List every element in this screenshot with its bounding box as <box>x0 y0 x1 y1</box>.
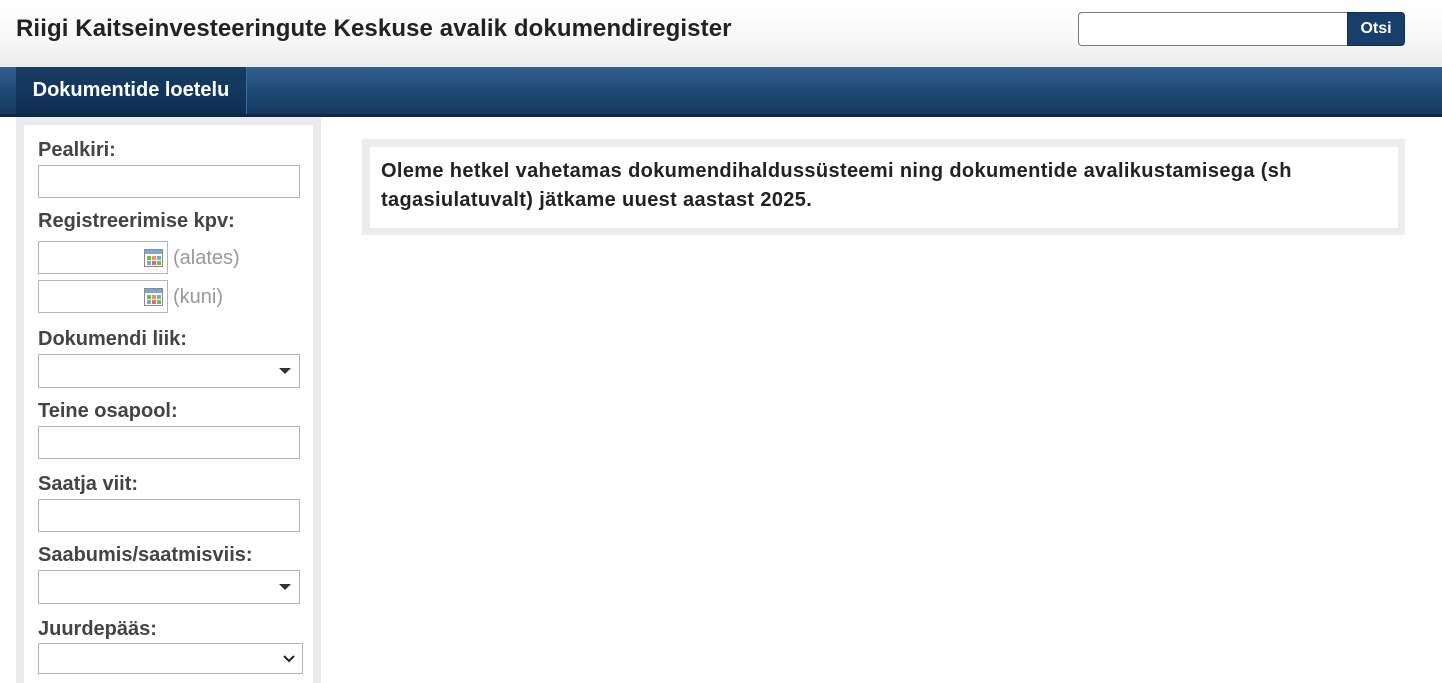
calendar-icon[interactable] <box>144 249 163 267</box>
title-label: Pealkiri: <box>38 139 116 161</box>
sender-ref-label: Saatja viit: <box>38 473 139 495</box>
calendar-icon[interactable] <box>144 288 163 306</box>
sender-ref-input[interactable] <box>38 499 300 532</box>
site-title: Riigi Kaitseinvesteeringute Keskuse aval… <box>16 15 732 42</box>
access-label: Juurdepääs: <box>38 618 157 640</box>
site-header: Riigi Kaitseinvesteeringute Keskuse aval… <box>0 0 1442 67</box>
date-from-input[interactable] <box>38 241 168 274</box>
dropdown-caret-icon <box>279 368 291 374</box>
doc-type-label: Dokumendi liik: <box>38 328 187 350</box>
search-input[interactable] <box>1078 12 1348 46</box>
access-select[interactable] <box>38 643 303 674</box>
notice-message: Oleme hetkel vahetamas dokumendihaldussü… <box>370 147 1398 228</box>
reg-date-label: Registreerimise kpv: <box>38 210 235 232</box>
main-nav: Dokumentide loetelu <box>0 67 1442 117</box>
chevron-down-icon <box>283 655 295 663</box>
doc-type-select[interactable] <box>38 354 300 388</box>
delivery-select[interactable] <box>38 570 300 604</box>
date-to-input[interactable] <box>38 280 168 313</box>
title-input[interactable] <box>38 165 300 198</box>
date-to-hint: (kuni) <box>173 286 224 308</box>
party-input[interactable] <box>38 426 300 459</box>
tab-document-list[interactable]: Dokumentide loetelu <box>16 67 247 114</box>
dropdown-caret-icon <box>279 584 291 590</box>
delivery-label: Saabumis/saatmisviis: <box>38 544 253 566</box>
date-from-hint: (alates) <box>173 247 240 269</box>
search-button[interactable]: Otsi <box>1347 12 1405 46</box>
party-label: Teine osapool: <box>38 400 178 422</box>
